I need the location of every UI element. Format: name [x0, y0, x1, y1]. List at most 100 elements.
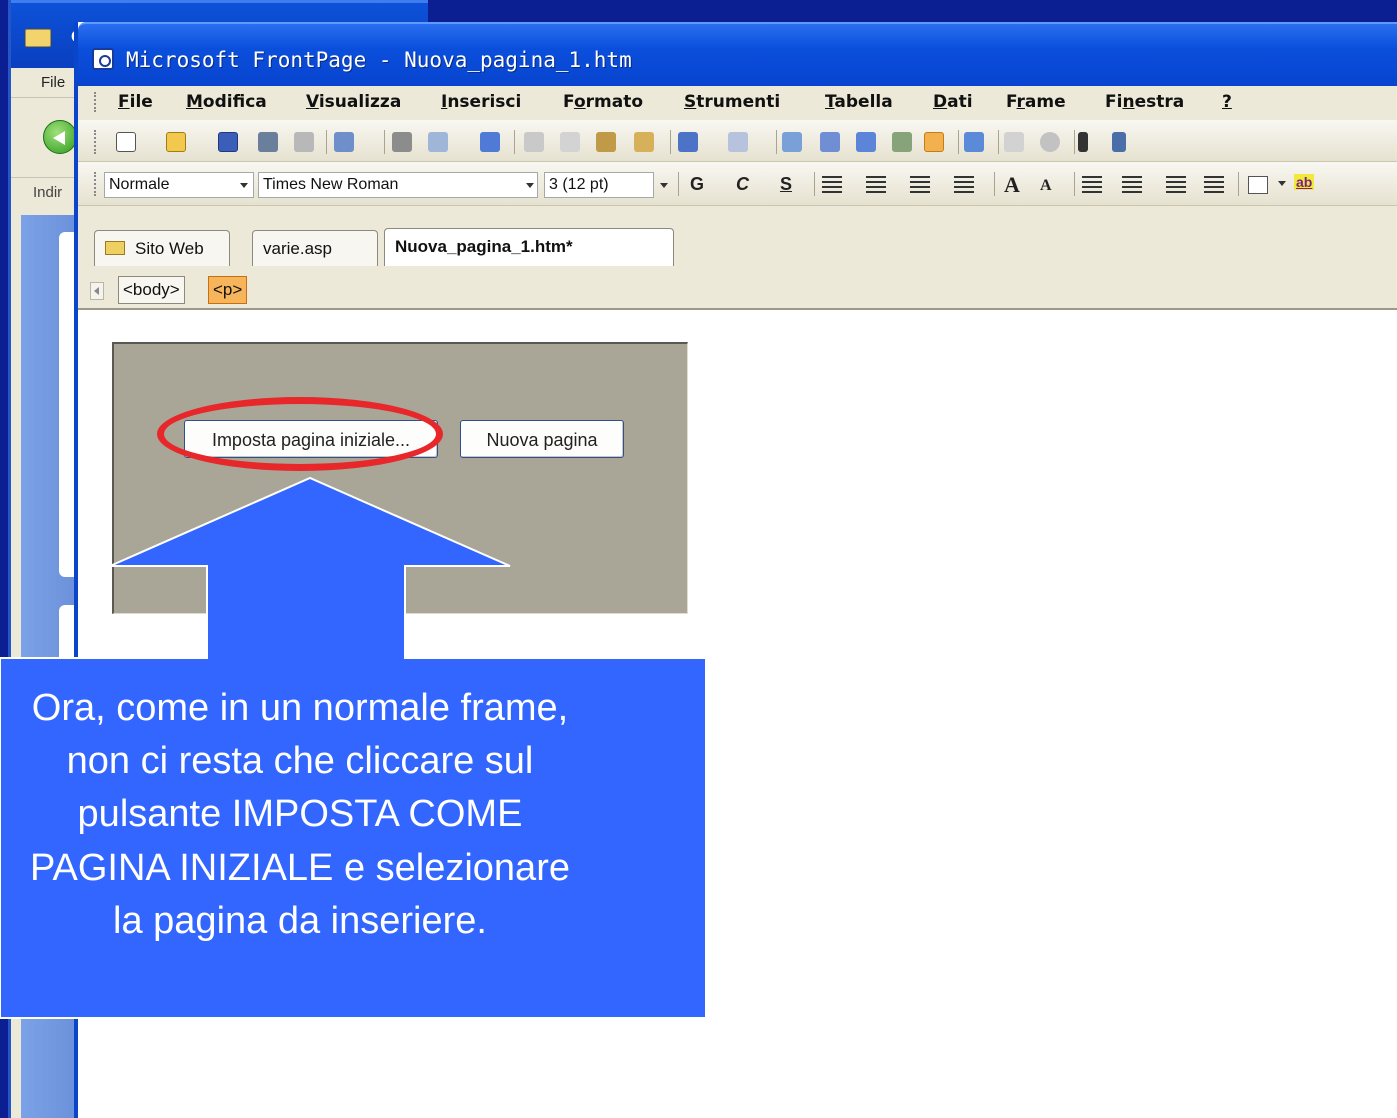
hyperlink-icon[interactable] [964, 132, 984, 152]
redo-icon[interactable] [728, 132, 748, 152]
toolbar-separator [326, 130, 327, 154]
spelling-icon[interactable] [480, 132, 500, 152]
decrease-indent-icon[interactable] [1166, 176, 1186, 194]
decrease-font-size-icon[interactable]: A [1040, 177, 1052, 195]
toolbar-separator [776, 130, 777, 154]
toolbar-separator [998, 130, 999, 154]
callout-line: non ci resta che cliccare sul [66, 740, 534, 783]
style-select[interactable]: Normale [104, 172, 254, 198]
menu-modifica[interactable]: Modifica [186, 92, 267, 112]
show-all-icon[interactable] [1078, 132, 1088, 152]
save-icon[interactable] [218, 132, 238, 152]
increase-font-size-icon[interactable]: A [1004, 172, 1020, 198]
bulleted-list-icon[interactable] [1122, 176, 1142, 194]
tab-sito-web[interactable]: Sito Web [94, 230, 230, 266]
font-select[interactable]: Times New Roman [258, 172, 538, 198]
highlight-icon[interactable]: ab [1294, 174, 1315, 190]
paste-icon[interactable] [596, 132, 616, 152]
document-tab-bar: Sito Web varie.asp Nuova_pagina_1.htm* [78, 206, 1397, 266]
menu-strumenti[interactable]: Strumenti [684, 92, 780, 112]
print-icon[interactable] [392, 132, 412, 152]
font-size-dropdown-arrow-icon[interactable] [656, 172, 672, 198]
web-component-insert-icon[interactable] [782, 132, 802, 152]
toolbar-grip[interactable] [94, 92, 97, 112]
insert-picture-icon[interactable] [892, 132, 912, 152]
anchor-icon[interactable] [1112, 132, 1126, 152]
bold-button[interactable]: G [690, 174, 704, 195]
window-title: Microsoft FrontPage - Nuova_pagina_1.htm [126, 48, 632, 72]
inline-frame[interactable]: Imposta pagina iniziale... Nuova pagina [112, 342, 688, 614]
publish-icon[interactable] [294, 132, 314, 152]
title-bar: Microsoft FrontPage - Nuova_pagina_1.htm [78, 22, 1397, 86]
highlight-ellipse [157, 397, 443, 471]
toolbar-separator [384, 130, 385, 154]
toolbar-separator [514, 130, 515, 154]
frontpage-app-icon[interactable] [92, 48, 114, 70]
font-size-select[interactable]: 3 (12 pt) [544, 172, 654, 198]
callout-text: Ora, come in un normale frame, non ci re… [0, 682, 700, 948]
tab-nuova-pagina[interactable]: Nuova_pagina_1.htm* [384, 228, 674, 266]
refresh-icon[interactable] [1004, 132, 1024, 152]
website-folder-icon [105, 241, 125, 255]
menu-tabella[interactable]: Tabella [825, 92, 893, 112]
menu-formato[interactable]: Formato [563, 92, 643, 112]
borders-dropdown-arrow-icon[interactable] [1274, 170, 1290, 196]
web-component-icon[interactable] [334, 132, 354, 152]
callout-line: pulsante IMPOSTA COME [77, 793, 523, 836]
tab-varie-asp[interactable]: varie.asp [252, 230, 378, 266]
toolbar-separator [670, 130, 671, 154]
menu-finestra[interactable]: Finestra [1105, 92, 1184, 112]
menu-visualizza[interactable]: Visualizza [306, 92, 401, 112]
increase-indent-icon[interactable] [1204, 176, 1224, 194]
menu-inserisci[interactable]: Inserisci [441, 92, 521, 112]
justify-icon[interactable] [954, 176, 974, 194]
underline-button[interactable]: S [780, 174, 792, 195]
menu-frame[interactable]: Frame [1006, 92, 1066, 112]
toolbar-separator [1074, 130, 1075, 154]
toolbar-separator [958, 130, 959, 154]
borders-icon[interactable] [1248, 176, 1268, 194]
new-page-icon[interactable] [116, 132, 136, 152]
folder-icon [25, 29, 51, 47]
frontpage-window: Microsoft FrontPage - Nuova_pagina_1.htm… [74, 22, 1397, 1118]
toolbar-grip[interactable] [94, 172, 97, 196]
new-page-button[interactable]: Nuova pagina [460, 420, 624, 458]
toolbar-separator [994, 172, 995, 196]
align-center-icon[interactable] [866, 176, 886, 194]
back-arrow-icon[interactable] [43, 120, 77, 154]
insert-table-icon[interactable] [820, 132, 840, 152]
cut-icon[interactable] [524, 132, 544, 152]
open-folder-icon[interactable] [166, 132, 186, 152]
formatting-toolbar: Normale Times New Roman 3 (12 pt) G C S … [78, 162, 1397, 206]
style-dropdown-arrow-icon[interactable] [236, 172, 252, 198]
tag-scroll-left-icon[interactable] [90, 282, 104, 300]
numbered-list-icon[interactable] [1082, 176, 1102, 194]
body-tag-chip[interactable]: <body> [118, 276, 185, 304]
standard-toolbar [78, 120, 1397, 162]
stop-icon[interactable] [1040, 132, 1060, 152]
toolbar-grip[interactable] [94, 130, 97, 154]
menu-help[interactable]: ? [1222, 92, 1232, 112]
toolbar-separator [1238, 172, 1239, 196]
callout-line: PAGINA INIZIALE e selezionare [30, 846, 570, 889]
align-left-icon[interactable] [822, 176, 842, 194]
background-menu-file[interactable]: File [41, 74, 65, 91]
p-tag-chip[interactable]: <p> [208, 276, 248, 304]
callout-line: Ora, come in un normale frame, [31, 687, 569, 729]
menu-bar: File Modifica Visualizza Inserisci Forma… [78, 86, 1397, 120]
menu-dati[interactable]: Dati [933, 92, 973, 112]
font-dropdown-arrow-icon[interactable] [522, 172, 538, 198]
align-right-icon[interactable] [910, 176, 930, 194]
quick-tag-selector: <body> <p> [78, 266, 1397, 310]
find-icon[interactable] [258, 132, 278, 152]
menu-file[interactable]: File [118, 92, 153, 112]
drawing-icon[interactable] [924, 132, 944, 152]
preview-icon[interactable] [428, 132, 448, 152]
copy-icon[interactable] [560, 132, 580, 152]
undo-icon[interactable] [678, 132, 698, 152]
insert-layer-icon[interactable] [856, 132, 876, 152]
italic-button[interactable]: C [736, 174, 749, 195]
format-painter-icon[interactable] [634, 132, 654, 152]
callout-line: la pagina da inseriere. [113, 899, 487, 942]
address-label: Indir [33, 184, 63, 201]
